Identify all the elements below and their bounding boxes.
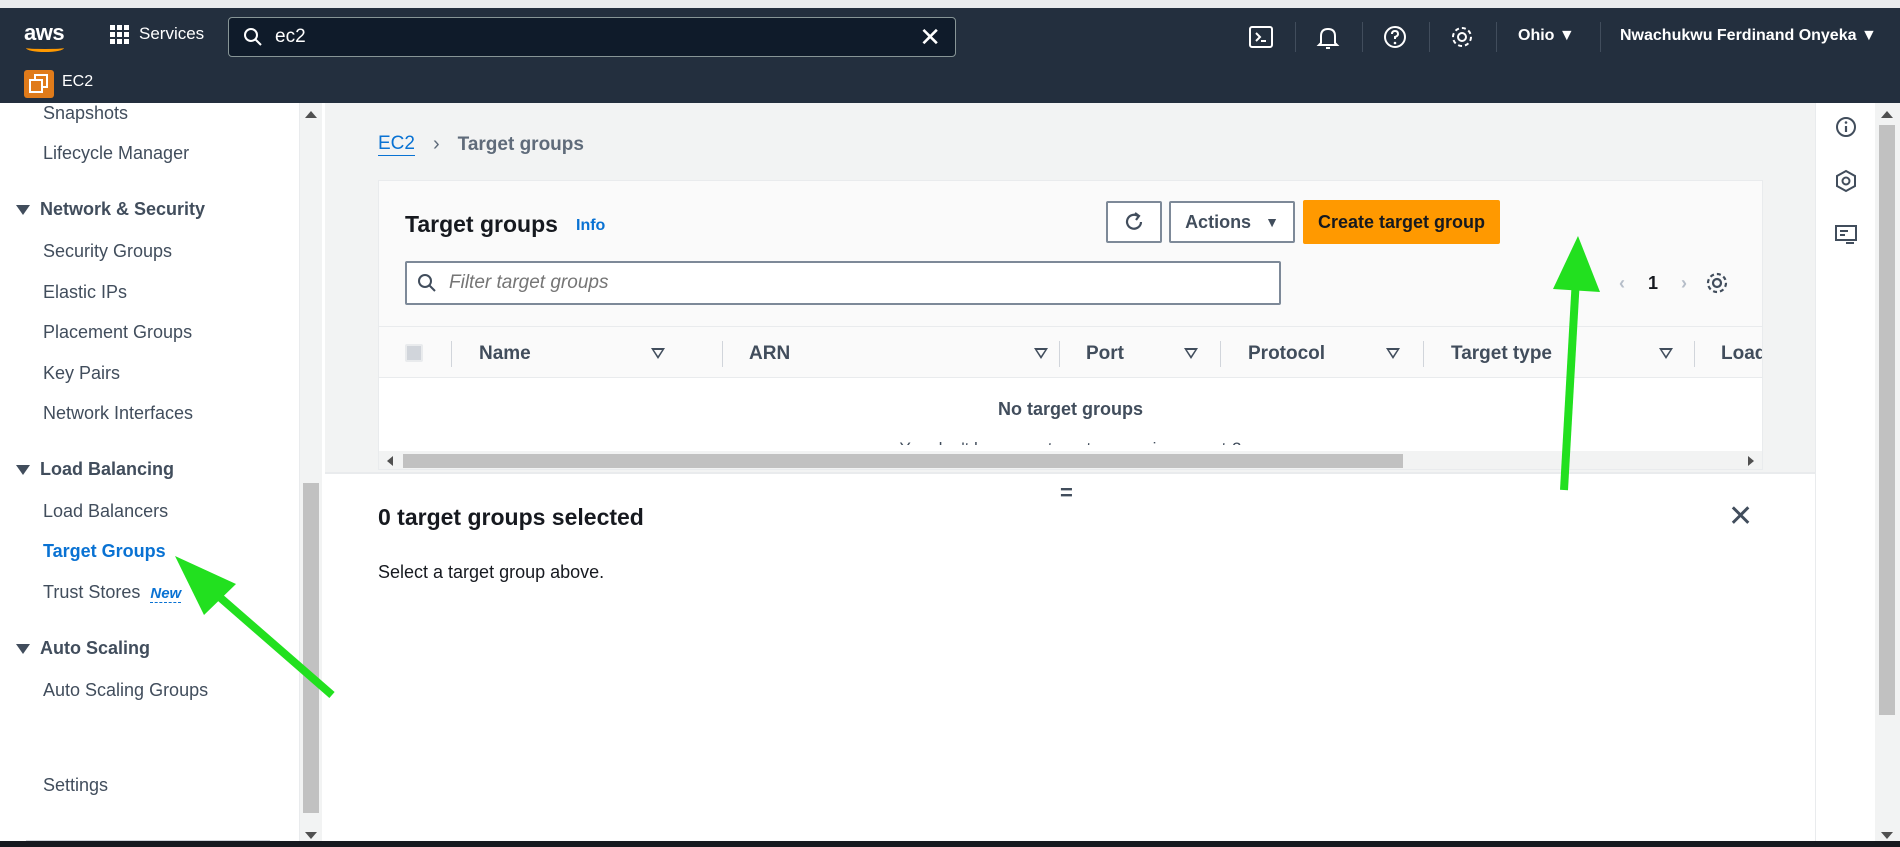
info-link[interactable]: Info xyxy=(576,217,605,235)
notifications-bell-icon[interactable] xyxy=(1315,24,1341,50)
bottom-edge xyxy=(0,841,1900,847)
sort-icon[interactable] xyxy=(1386,348,1400,359)
hexagon-icon[interactable] xyxy=(1834,169,1858,193)
info-circle-icon[interactable] xyxy=(1834,115,1858,139)
scrollbar-thumb[interactable] xyxy=(403,454,1403,468)
settings-gear-icon[interactable] xyxy=(1449,24,1475,50)
breadcrumb-ec2-link[interactable]: EC2 xyxy=(378,133,415,156)
scrollbar-thumb[interactable] xyxy=(1879,125,1895,715)
sidebar-item-network-interfaces[interactable]: Network Interfaces xyxy=(43,403,193,424)
top-navigation: aws Services ✕ Ohio ▼ Nwachukwu Ferdinan… xyxy=(0,0,1900,103)
scroll-left-icon[interactable] xyxy=(387,456,393,466)
tutorial-panel-icon[interactable] xyxy=(1834,223,1858,247)
close-split-panel-icon[interactable]: ✕ xyxy=(1728,502,1753,532)
sidebar-item-settings[interactable]: Settings xyxy=(43,775,108,796)
sort-icon[interactable] xyxy=(1184,348,1198,359)
actions-dropdown-button[interactable]: Actions ▼ xyxy=(1169,201,1295,243)
sidebar-item-load-balancers[interactable]: Load Balancers xyxy=(43,501,168,522)
aws-logo[interactable]: aws xyxy=(24,20,65,52)
sidebar-item-lifecycle-manager[interactable]: Lifecycle Manager xyxy=(43,143,189,164)
refresh-button[interactable] xyxy=(1106,201,1162,243)
column-protocol[interactable]: Protocol xyxy=(1248,343,1325,365)
sidebar-item-security-groups[interactable]: Security Groups xyxy=(43,241,172,262)
sidebar-item-elastic-ips[interactable]: Elastic IPs xyxy=(43,282,127,303)
main-content: EC2 › Target groups Target groups Info A… xyxy=(325,103,1815,847)
scroll-up-icon[interactable] xyxy=(305,111,317,118)
filter-input[interactable] xyxy=(449,272,1279,294)
sidebar-item-trust-stores[interactable]: Trust Stores New xyxy=(43,582,182,603)
sort-icon[interactable] xyxy=(1034,348,1048,359)
next-page-icon[interactable]: › xyxy=(1681,273,1687,293)
scroll-up-icon[interactable] xyxy=(1881,111,1893,118)
pagination: ‹ 1 › xyxy=(1619,273,1687,294)
help-icon[interactable] xyxy=(1382,24,1408,50)
new-badge: New xyxy=(150,585,182,603)
sidebar-scrollbar[interactable] xyxy=(300,103,322,847)
clear-search-icon[interactable]: ✕ xyxy=(919,24,941,50)
column-port[interactable]: Port xyxy=(1086,343,1124,365)
column-target-type[interactable]: Target type xyxy=(1451,343,1552,365)
search-input[interactable] xyxy=(275,26,920,48)
services-menu-button[interactable]: Services xyxy=(110,24,204,44)
account-menu[interactable]: Nwachukwu Ferdinand Onyeka ▼ xyxy=(1620,27,1877,45)
scroll-down-icon[interactable] xyxy=(1881,832,1893,839)
refresh-icon xyxy=(1125,212,1143,230)
tools-rail xyxy=(1815,103,1875,847)
page-scrollbar[interactable] xyxy=(1875,103,1900,847)
scrollbar-thumb[interactable] xyxy=(303,483,319,813)
split-panel-resize-handle[interactable]: = xyxy=(1060,480,1073,506)
breadcrumb-current: Target groups xyxy=(457,133,584,155)
caret-down-icon: ▼ xyxy=(1265,214,1279,230)
page-title: Target groups xyxy=(405,211,558,237)
split-panel-message: Select a target group above. xyxy=(378,562,605,582)
page-number[interactable]: 1 xyxy=(1648,273,1658,293)
sort-icon[interactable] xyxy=(651,348,665,359)
sidebar-item-placement-groups[interactable]: Placement Groups xyxy=(43,322,192,343)
table-horizontal-scrollbar[interactable] xyxy=(379,451,1762,469)
grid-icon xyxy=(110,24,129,44)
split-panel-title: 0 target groups selected xyxy=(378,504,644,530)
sidebar-item-target-groups[interactable]: Target Groups xyxy=(43,541,166,562)
sidebar-item-snapshots[interactable]: Snapshots xyxy=(43,103,128,124)
prev-page-icon[interactable]: ‹ xyxy=(1619,273,1625,293)
column-arn[interactable]: ARN xyxy=(749,343,790,365)
chevron-right-icon: › xyxy=(432,133,440,155)
sidebar-item-auto-scaling-groups[interactable]: Auto Scaling Groups xyxy=(43,680,208,701)
select-all-checkbox[interactable] xyxy=(405,344,423,362)
filter-box[interactable] xyxy=(405,261,1281,305)
search-icon xyxy=(418,274,436,292)
search-icon xyxy=(244,28,262,46)
breadcrumb: EC2 › Target groups xyxy=(378,133,584,156)
sidebar: Snapshots Lifecycle Manager Network & Se… xyxy=(0,103,300,847)
create-target-group-button[interactable]: Create target group xyxy=(1303,200,1500,244)
sidebar-section-auto-scaling[interactable]: Auto Scaling xyxy=(16,638,150,659)
column-load-balancer[interactable]: Load xyxy=(1721,343,1762,365)
sidebar-item-key-pairs[interactable]: Key Pairs xyxy=(43,363,120,384)
column-name[interactable]: Name xyxy=(479,343,531,365)
ec2-service-icon[interactable] xyxy=(24,70,54,98)
sidebar-section-network[interactable]: Network & Security xyxy=(16,199,205,220)
caret-down-icon xyxy=(16,464,30,475)
sidebar-section-load-balancing[interactable]: Load Balancing xyxy=(16,459,174,480)
sort-icon[interactable] xyxy=(1659,348,1673,359)
browser-strip xyxy=(0,0,1900,8)
table-preferences-gear-icon[interactable] xyxy=(1705,271,1729,295)
scroll-right-icon[interactable] xyxy=(1748,456,1754,466)
caret-down-icon xyxy=(16,643,30,654)
search-bar[interactable]: ✕ xyxy=(228,17,956,57)
scroll-down-icon[interactable] xyxy=(305,832,317,839)
table-header: Name ARN Port Protocol Target type Load xyxy=(379,326,1762,378)
region-selector[interactable]: Ohio ▼ xyxy=(1518,27,1575,45)
empty-state-title: No target groups xyxy=(997,399,1143,419)
target-groups-panel: Target groups Info Actions ▼ Create targ… xyxy=(378,180,1763,470)
caret-down-icon xyxy=(16,204,30,215)
split-panel: = 0 target groups selected ✕ Select a ta… xyxy=(325,472,1815,847)
service-shortcut-ec2[interactable]: EC2 xyxy=(62,73,93,91)
cloudshell-icon[interactable] xyxy=(1248,24,1274,50)
